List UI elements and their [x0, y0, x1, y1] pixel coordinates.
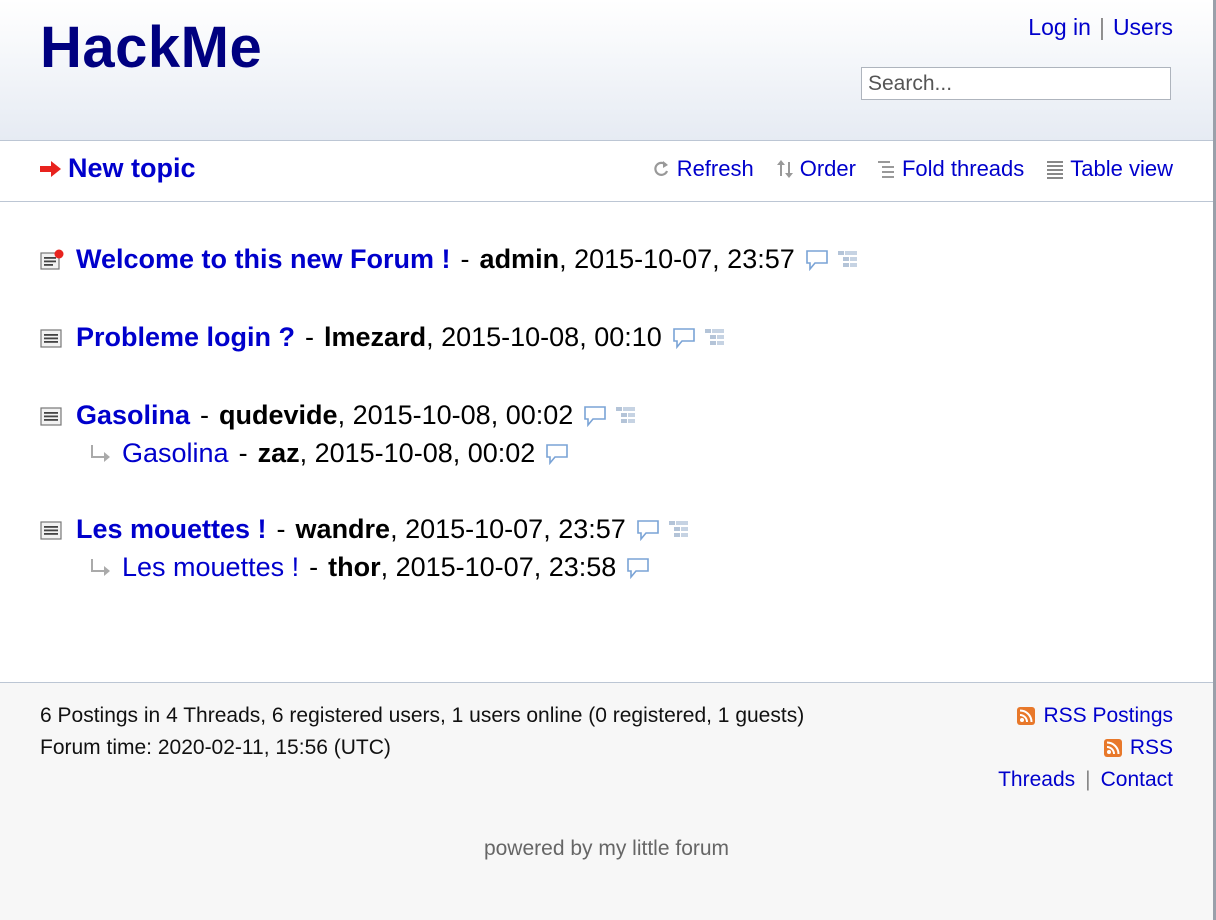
forum-stats: 6 Postings in 4 Threads, 6 registered us… — [40, 700, 804, 764]
separator: - — [238, 438, 248, 468]
posting-icon — [40, 328, 62, 348]
separator: - — [460, 244, 470, 274]
arrow-right-icon — [40, 160, 61, 177]
thread-title-link[interactable]: Welcome to this new Forum ! — [76, 244, 451, 275]
reply-author: thor — [328, 552, 381, 582]
speech-bubble-icon[interactable] — [805, 249, 829, 271]
posting-new-icon — [40, 249, 64, 270]
thread-author: admin — [479, 244, 560, 274]
fold-threads-link[interactable]: Fold threads — [877, 156, 1025, 182]
table-view-label: Table view — [1070, 156, 1173, 181]
refresh-label: Refresh — [676, 156, 754, 181]
thread-list: Welcome to this new Forum ! - admin , 20… — [0, 202, 1213, 683]
forum-time: Forum time: 2020-02-11, 15:56 (UTC) — [40, 736, 391, 759]
reply-date: , 2015-10-07, 23:58 — [380, 552, 617, 582]
thread-title-link[interactable]: Les mouettes ! — [76, 514, 267, 545]
new-topic-link[interactable]: New topic — [40, 153, 196, 184]
rss-postings-link[interactable]: RSS Postings — [1043, 700, 1173, 732]
sort-arrows-icon — [776, 160, 793, 178]
reply-title-link[interactable]: Les mouettes ! — [122, 552, 299, 583]
stats-line: 6 Postings in 4 Threads, 6 registered us… — [40, 704, 805, 727]
thread-tree-icon[interactable] — [704, 327, 726, 349]
thread-date: , 2015-10-08, 00:02 — [337, 400, 574, 430]
subnav: New topic Refresh Order Fold threads Tab… — [0, 141, 1213, 202]
table-view-icon — [1047, 161, 1064, 179]
powered-by: powered by my little forum — [483, 837, 730, 860]
thread-row: Gasolina - qudevide , 2015-10-08, 00:02 — [40, 400, 637, 431]
table-view-link[interactable]: Table view — [1046, 156, 1173, 182]
thread-tree-icon[interactable] — [668, 519, 690, 541]
threads-link[interactable]: Threads — [998, 764, 1075, 796]
separator: - — [276, 514, 286, 544]
speech-bubble-icon[interactable] — [626, 557, 650, 579]
header: HackMe Log in | Users — [0, 0, 1213, 141]
footer: 6 Postings in 4 Threads, 6 registered us… — [0, 683, 1213, 920]
posting-icon — [40, 520, 62, 540]
reply-row: Gasolina - zaz , 2015-10-08, 00:02 — [40, 438, 569, 469]
posting-icon — [40, 406, 62, 426]
rss-icon — [1017, 707, 1036, 725]
login-link[interactable]: Log in — [1028, 14, 1091, 40]
thread-author: qudevide — [219, 400, 338, 430]
fold-threads-label: Fold threads — [901, 156, 1025, 181]
rss-icon — [1103, 739, 1122, 757]
thread-row: Les mouettes ! - wandre , 2015-10-07, 23… — [40, 514, 690, 545]
separator: | — [1098, 14, 1105, 40]
thread-author: wandre — [295, 514, 391, 544]
thread-date: , 2015-10-08, 00:10 — [426, 322, 662, 352]
speech-bubble-icon[interactable] — [636, 519, 660, 541]
speech-bubble-icon[interactable] — [545, 443, 569, 465]
site-logo[interactable]: HackMe — [40, 14, 262, 81]
speech-bubble-icon[interactable] — [583, 405, 607, 427]
fold-threads-icon — [877, 161, 894, 178]
reply-arrow-icon — [91, 444, 110, 462]
reply-title-link[interactable]: Gasolina — [122, 438, 229, 469]
refresh-link[interactable]: Refresh — [651, 156, 754, 182]
thread-author: lmezard — [324, 322, 427, 352]
separator: - — [309, 552, 319, 582]
footer-links: RSS Postings RSS Threads | Contact — [998, 700, 1173, 796]
thread-date: , 2015-10-07, 23:57 — [559, 244, 795, 274]
page: HackMe Log in | Users New topic Refresh — [0, 0, 1216, 920]
reply-author: zaz — [257, 438, 300, 468]
speech-bubble-icon[interactable] — [672, 327, 696, 349]
separator: - — [200, 400, 210, 430]
order-label: Order — [799, 156, 856, 181]
contact-link[interactable]: Contact — [1101, 764, 1173, 796]
thread-tree-icon[interactable] — [615, 405, 637, 427]
search-input[interactable] — [861, 67, 1171, 100]
thread-tree-icon[interactable] — [837, 249, 859, 271]
thread-date: , 2015-10-07, 23:57 — [390, 514, 626, 544]
reply-date: , 2015-10-08, 00:02 — [299, 438, 536, 468]
reply-row: Les mouettes ! - thor , 2015-10-07, 23:5… — [40, 552, 650, 583]
rss-threads-link[interactable]: RSS — [1130, 732, 1173, 764]
thread-title-link[interactable]: Gasolina — [76, 400, 190, 431]
thread-row: Welcome to this new Forum ! - admin , 20… — [40, 244, 859, 275]
thread-row: Probleme login ? - lmezard , 2015-10-08,… — [40, 322, 726, 353]
refresh-icon — [654, 161, 668, 176]
users-link[interactable]: Users — [1113, 14, 1173, 40]
top-links: Log in | Users — [1028, 14, 1173, 41]
reply-arrow-icon — [91, 558, 110, 576]
thread-title-link[interactable]: Probleme login ? — [76, 322, 295, 353]
separator: | — [1085, 768, 1091, 791]
new-topic-label: New topic — [68, 153, 196, 183]
view-options: Refresh Order Fold threads Table view — [651, 156, 1173, 182]
order-link[interactable]: Order — [776, 156, 856, 182]
separator: - — [305, 322, 315, 352]
